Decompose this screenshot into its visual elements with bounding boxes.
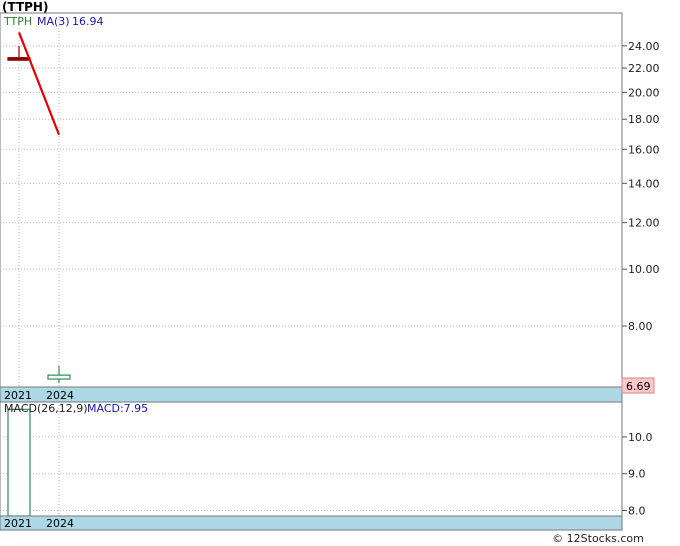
y-tick-label: 9.0: [628, 468, 646, 481]
y-tick-label: 10.0: [628, 431, 653, 444]
y-tick-label: 10.00: [628, 263, 660, 276]
y-tick-label: 8.00: [628, 320, 653, 333]
y-tick-label: 8.0: [628, 504, 646, 517]
chart-canvas: 24.00 22.00 20.00 18.00 16.00 14.00 12.00 10.00…: [0, 0, 660, 545]
price-y-axis: 24.00 22.00 20.00 18.00 16.00 14.00 12.00 10.00…: [622, 40, 660, 333]
chart-title: (TTPH): [2, 0, 48, 14]
y-tick-label: 12.00: [628, 217, 660, 230]
macd-marks: [7, 408, 31, 517]
candle-body: [7, 57, 31, 61]
y-tick-label: 22.00: [628, 62, 660, 75]
macd-legend-label: MACD(26,12,9): [4, 402, 88, 415]
macd-y-axis: 10.0 9.0 8.0: [622, 431, 653, 517]
y-tick-label: 20.00: [628, 86, 660, 99]
ma-legend-label: MA(3): [37, 15, 70, 28]
x-tick-label: 2024: [46, 389, 74, 402]
price-x-axis-band: [0, 386, 623, 403]
ma-legend-value: 16.94: [72, 15, 104, 28]
copyright-footer: © 12Stocks.com: [552, 532, 644, 545]
macd-bar: [7, 408, 31, 517]
y-tick-label: 14.00: [628, 177, 660, 190]
macd-panel: [0, 401, 623, 517]
y-tick-label: 24.00: [628, 40, 660, 53]
y-tick-label: 18.00: [628, 113, 660, 126]
x-tick-label: 2021: [4, 389, 32, 402]
candle-body: [47, 374, 71, 380]
ticker-legend: TTPH: [3, 15, 32, 28]
price-panel: [0, 12, 623, 388]
macd-x-axis-band: [0, 515, 623, 531]
macd-legend-value: MACD:7.95: [87, 402, 148, 415]
x-tick-label: 2024: [46, 517, 74, 530]
x-tick-label: 2021: [4, 517, 32, 530]
y-tick-label: 16.00: [628, 143, 660, 156]
last-price-label: 6.69: [626, 380, 651, 393]
